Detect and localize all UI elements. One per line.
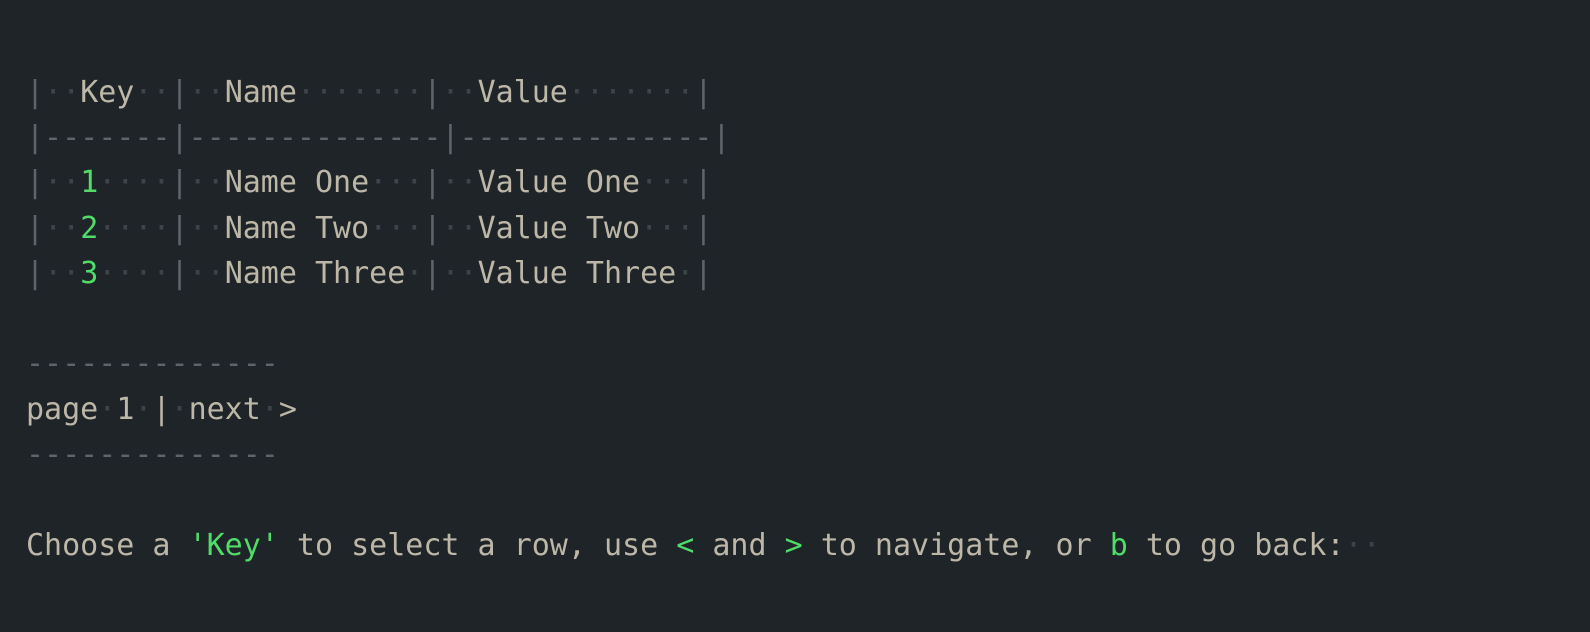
row-name: Name One [224, 165, 370, 200]
prompt-text: Choose a [26, 528, 189, 563]
pagination-separator: | [152, 392, 171, 427]
row-name: Name Two [224, 211, 370, 246]
input-prompt[interactable]: Choose a 'Key' to select a row, use < an… [26, 523, 1381, 569]
table-row[interactable]: |··1····|··Name One···|··Value One···| [26, 160, 712, 206]
prompt-prev-key: < [676, 528, 695, 563]
page-number: 1 [116, 392, 135, 427]
row-name: Name Three [224, 256, 406, 291]
prompt-text: to select a row, use [278, 528, 677, 563]
row-value: Value Three [477, 256, 677, 291]
table-header-separator: |-------|--------------|--------------| [26, 120, 731, 155]
prompt-back-key: b [1109, 528, 1128, 563]
table-header-row: |··Key··|··Name·······|··Value·······| [26, 75, 713, 110]
row-value: Value One [477, 165, 641, 200]
prompt-text: and [694, 528, 785, 563]
header-name: Name [224, 75, 297, 110]
table-row[interactable]: |··3····|··Name Three·|··Value Three·| [26, 251, 712, 297]
prompt-key-word: 'Key' [188, 528, 279, 563]
prompt-text: to navigate, or [802, 528, 1110, 563]
row-key[interactable]: 3 [80, 256, 98, 291]
terminal-screen: |··Key··|··Name·······|··Value·······| |… [0, 0, 1590, 632]
prompt-text: to go back: [1127, 528, 1345, 563]
input-cursor-area[interactable]: ·· [1345, 528, 1381, 563]
row-key[interactable]: 1 [80, 165, 98, 200]
prompt-next-key: > [784, 528, 803, 563]
page-label: page [26, 392, 99, 427]
header-key: Key [80, 75, 135, 110]
row-key[interactable]: 2 [80, 211, 98, 246]
table-row[interactable]: |··2····|··Name Two···|··Value Two···| [26, 206, 712, 252]
pagination-divider-bottom: -------------- [26, 437, 279, 472]
next-arrow-icon[interactable]: > [279, 392, 297, 427]
pagination: page·1·|·next·> [26, 392, 297, 427]
pagination-divider-top: -------------- [26, 346, 279, 381]
next-link[interactable]: next·> [189, 392, 297, 427]
header-value: Value [477, 75, 568, 110]
row-value: Value Two [477, 211, 641, 246]
next-label[interactable]: next [189, 392, 261, 427]
